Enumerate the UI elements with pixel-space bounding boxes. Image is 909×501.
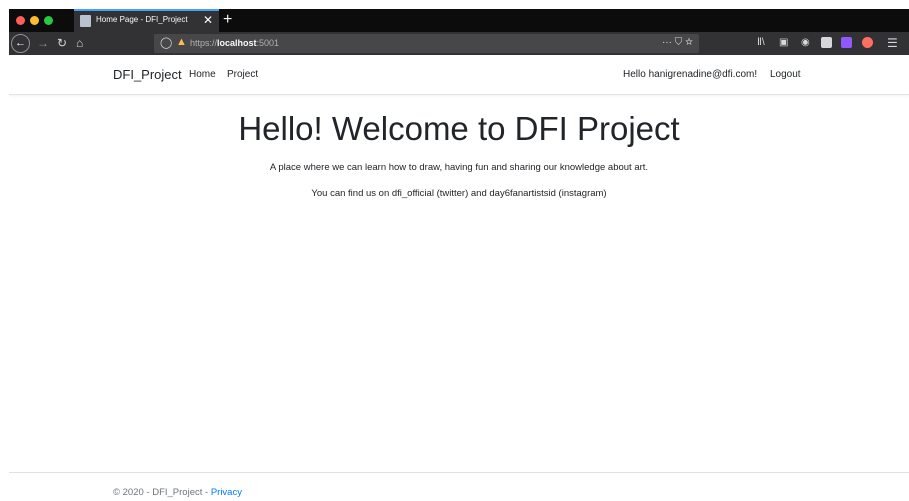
tab-home-page[interactable]: Home Page - DFI_Project ✕ [74, 9, 219, 32]
site-footer: © 2020 - DFI_Project - Privacy [9, 472, 909, 501]
extension-purple-icon[interactable] [841, 37, 852, 48]
footer-text: © 2020 - DFI_Project - Privacy [113, 487, 242, 498]
library-icon[interactable]: Ⅱ\ [757, 35, 765, 51]
site-navbar: DFI_Project Home Project Hello hanigrena… [9, 55, 909, 95]
nav-link-project[interactable]: Project [227, 69, 258, 80]
logout-link[interactable]: Logout [770, 69, 801, 80]
social-text: You can find us on dfi_official (twitter… [311, 188, 607, 199]
new-tab-button[interactable]: + [223, 9, 232, 31]
web-page: DFI_Project Home Project Hello hanigrena… [9, 55, 909, 501]
browser-window: Home Page - DFI_Project ✕ + ← → ↻ ⌂ ◯ ▲ … [9, 9, 909, 501]
nav-toolbar: ← → ↻ ⌂ ◯ ▲ https://localhost:5001 ··· ⛉… [9, 32, 909, 55]
tagline-text: A place where we can learn how to draw, … [269, 162, 649, 173]
url-port: :5001 [256, 38, 280, 48]
window-minimize-button[interactable] [30, 16, 39, 25]
left-margin [0, 0, 9, 501]
page-title: Hello! Welcome to DFI Project [238, 110, 680, 147]
url-bar[interactable]: ◯ ▲ https://localhost:5001 ··· ⛉ ☆ [154, 34, 699, 53]
reload-icon[interactable]: ↻ [57, 35, 67, 51]
url-scheme: https:// [190, 38, 218, 48]
user-greeting[interactable]: Hello hanigrenadine@dfi.com! [623, 69, 757, 80]
page-icon [80, 15, 91, 27]
url-host: localhost [217, 38, 257, 48]
tab-strip: Home Page - DFI_Project ✕ + [9, 9, 909, 32]
tab-close-icon[interactable]: ✕ [203, 13, 213, 27]
insecure-lock-icon[interactable]: ▲ [176, 36, 187, 48]
extension-icon[interactable] [821, 37, 832, 48]
tab-title: Home Page - DFI_Project [96, 15, 188, 24]
window-close-button[interactable] [16, 16, 25, 25]
copyright-text: © 2020 - DFI_Project - [113, 487, 211, 498]
extension-orange-icon[interactable] [862, 37, 873, 48]
tracking-shield-icon[interactable]: ◯ [160, 36, 172, 49]
back-arrow-icon[interactable]: ← [11, 34, 30, 53]
forward-arrow-icon[interactable]: → [37, 35, 49, 51]
nav-link-home[interactable]: Home [189, 69, 216, 80]
screen: Home Page - DFI_Project ✕ + ← → ↻ ⌂ ◯ ▲ … [0, 0, 909, 501]
page-actions-icon[interactable]: ··· ⛉ ☆ [662, 37, 693, 48]
home-icon[interactable]: ⌂ [76, 35, 83, 51]
navbar-brand[interactable]: DFI_Project [113, 67, 182, 82]
url-text[interactable]: https://localhost:5001 [190, 38, 279, 48]
account-icon[interactable]: ◉ [801, 35, 810, 51]
sidebar-icon[interactable]: ▣ [779, 35, 788, 51]
privacy-link[interactable]: Privacy [211, 487, 242, 498]
window-maximize-button[interactable] [44, 16, 53, 25]
menu-icon[interactable]: ☰ [887, 35, 898, 51]
